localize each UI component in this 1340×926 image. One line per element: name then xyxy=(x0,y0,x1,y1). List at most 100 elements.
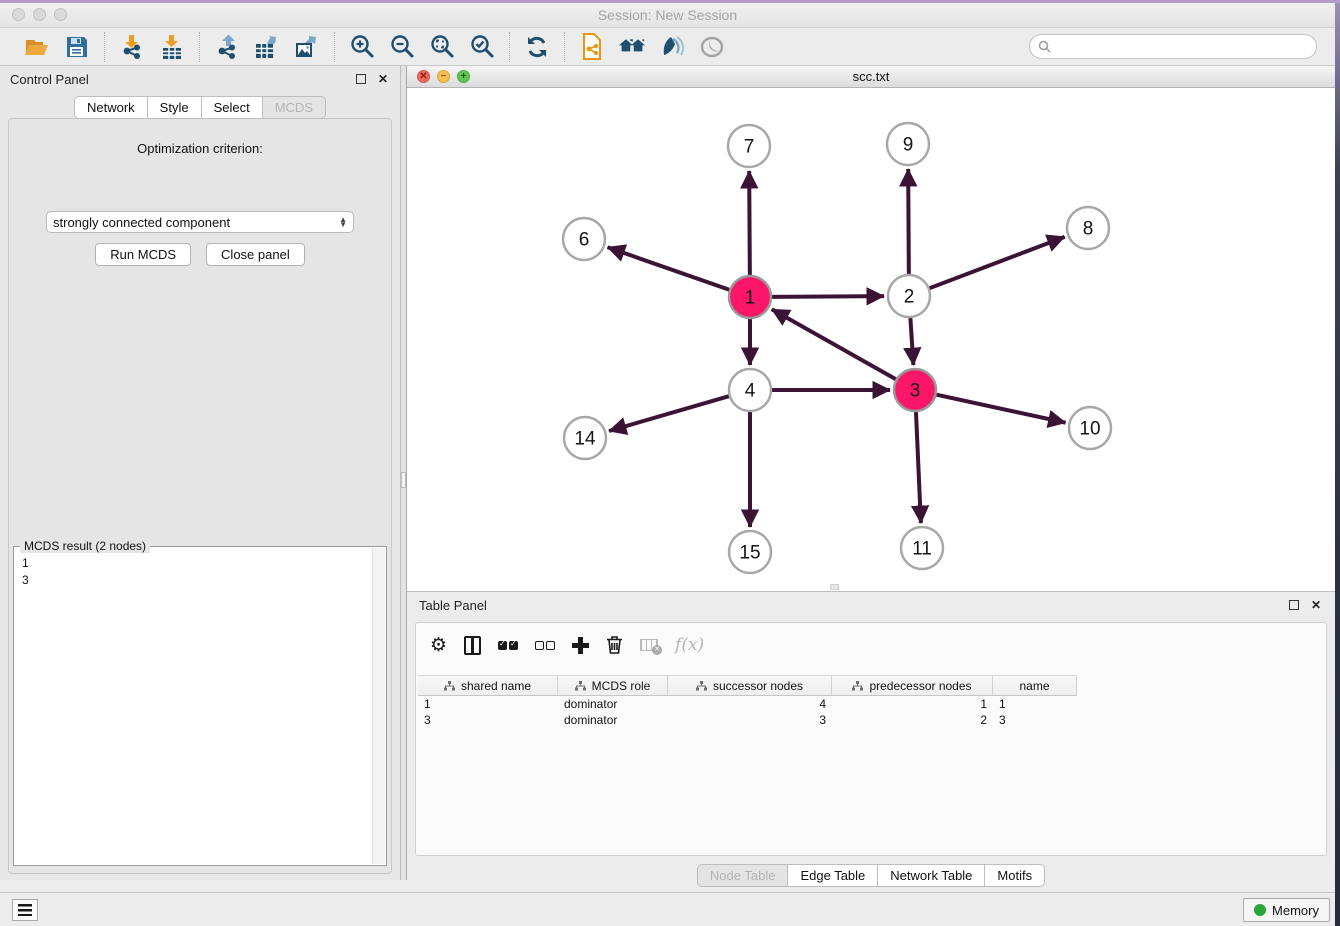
network-maximize-button[interactable]: + xyxy=(457,70,470,83)
graph-node-6[interactable]: 6 xyxy=(563,218,605,260)
graph-edge-1-7[interactable] xyxy=(749,171,750,275)
tab-edge-table[interactable]: Edge Table xyxy=(787,864,877,887)
table-cell[interactable]: 4 xyxy=(668,696,832,712)
graph-edge-1-6[interactable] xyxy=(608,247,730,289)
graph-node-11[interactable]: 11 xyxy=(901,527,943,569)
tab-network-table[interactable]: Network Table xyxy=(877,864,984,887)
graph-edge-3-11[interactable] xyxy=(916,412,921,523)
select-all-icon[interactable] xyxy=(498,633,518,657)
table-cell[interactable]: 1 xyxy=(993,696,1077,712)
export-network-icon[interactable] xyxy=(214,34,240,60)
graph-edge-3-1[interactable] xyxy=(772,309,896,379)
table-cell[interactable]: 3 xyxy=(418,712,558,728)
horizontal-splitter-handle[interactable] xyxy=(830,584,839,590)
table-cell[interactable]: 1 xyxy=(418,696,558,712)
add-column-icon[interactable] xyxy=(572,633,589,657)
table-row[interactable]: 1dominator411 xyxy=(418,696,1077,712)
delete-table-icon[interactable] xyxy=(640,633,658,657)
table-close-panel-icon[interactable]: ✕ xyxy=(1309,598,1323,612)
zoom-out-icon[interactable] xyxy=(389,34,415,60)
svg-text:2: 2 xyxy=(904,287,915,308)
graph-edge-2-3[interactable] xyxy=(910,318,913,365)
tab-mcds[interactable]: MCDS xyxy=(262,96,326,119)
graph-edge-2-8[interactable] xyxy=(930,237,1065,288)
network-view-window: ✕ − + scc.txt 7 9 6 8 1 2 4 3 14 10 15 11 xyxy=(407,66,1335,592)
export-image-icon[interactable] xyxy=(294,34,320,60)
column-type-icon xyxy=(444,681,455,691)
result-scrollbar[interactable] xyxy=(372,548,385,864)
column-header-shared-name[interactable]: shared name xyxy=(418,676,558,695)
vertical-splitter[interactable] xyxy=(400,66,407,880)
memory-status-dot xyxy=(1254,904,1266,916)
open-session-icon[interactable] xyxy=(24,34,50,60)
graph-edge-3-10[interactable] xyxy=(936,395,1065,423)
table-float-panel-icon[interactable] xyxy=(1287,598,1301,612)
graph-node-10[interactable]: 10 xyxy=(1069,407,1111,449)
node-table[interactable]: shared nameMCDS rolesuccessor nodesprede… xyxy=(418,675,1077,728)
close-panel-button[interactable]: Close panel xyxy=(206,243,305,266)
graph-node-4[interactable]: 4 xyxy=(729,369,771,411)
graph-node-15[interactable]: 15 xyxy=(729,531,771,573)
export-table-icon[interactable] xyxy=(254,34,280,60)
svg-text:15: 15 xyxy=(739,543,760,564)
run-mcds-button[interactable]: Run MCDS xyxy=(95,243,191,266)
import-table-icon[interactable] xyxy=(159,34,185,60)
network-window-titlebar[interactable]: ✕ − + scc.txt xyxy=(407,66,1335,88)
graph-node-7[interactable]: 7 xyxy=(728,125,770,167)
apply-style-icon[interactable] xyxy=(659,34,685,60)
graph-edge-2-9[interactable] xyxy=(908,169,909,274)
task-history-button[interactable] xyxy=(12,899,38,921)
table-cell[interactable]: dominator xyxy=(558,712,668,728)
network-minimize-button[interactable]: − xyxy=(437,70,450,83)
save-session-icon[interactable] xyxy=(64,34,90,60)
tab-node-table[interactable]: Node Table xyxy=(697,864,788,887)
column-header-predecessor-nodes[interactable]: predecessor nodes xyxy=(832,676,993,695)
table-settings-icon[interactable]: ⚙ xyxy=(430,633,447,657)
column-header-MCDS-role[interactable]: MCDS role xyxy=(558,676,668,695)
refresh-view-icon[interactable] xyxy=(524,34,550,60)
close-panel-icon[interactable]: ✕ xyxy=(376,72,390,86)
graph-edge-4-14[interactable] xyxy=(609,396,729,431)
graph-node-3[interactable]: 3 xyxy=(894,369,936,411)
tab-motifs[interactable]: Motifs xyxy=(984,864,1045,887)
deselect-all-icon[interactable] xyxy=(535,633,555,657)
svg-text:3: 3 xyxy=(910,381,921,402)
zoom-selected-icon[interactable] xyxy=(469,34,495,60)
graph-node-9[interactable]: 9 xyxy=(887,123,929,165)
tab-network[interactable]: Network xyxy=(74,96,147,119)
graph-node-8[interactable]: 8 xyxy=(1067,207,1109,249)
zoom-fit-icon[interactable] xyxy=(429,34,455,60)
column-browser-icon[interactable] xyxy=(464,633,481,657)
column-header-name[interactable]: name xyxy=(993,676,1077,695)
criterion-dropdown[interactable]: strongly connected component ▲▼ xyxy=(46,211,354,233)
zoom-in-icon[interactable] xyxy=(349,34,375,60)
tab-style[interactable]: Style xyxy=(147,96,201,119)
network-close-button[interactable]: ✕ xyxy=(417,70,430,83)
graph-node-1[interactable]: 1 xyxy=(729,276,771,318)
function-builder-icon[interactable]: f(x) xyxy=(675,633,704,657)
network-from-file-icon[interactable] xyxy=(579,34,605,60)
column-header-successor-nodes[interactable]: successor nodes xyxy=(668,676,832,695)
table-cell[interactable]: 3 xyxy=(668,712,832,728)
table-cell[interactable]: 3 xyxy=(993,712,1077,728)
table-cell[interactable]: 2 xyxy=(832,712,993,728)
table-row[interactable]: 3dominator323 xyxy=(418,712,1077,728)
table-cell[interactable]: dominator xyxy=(558,696,668,712)
table-cell[interactable]: 1 xyxy=(832,696,993,712)
search-box[interactable] xyxy=(1029,34,1317,59)
graph-edge-1-2[interactable] xyxy=(772,296,884,297)
tab-select[interactable]: Select xyxy=(201,96,262,119)
network-canvas[interactable]: 7 9 6 8 1 2 4 3 14 10 15 11 xyxy=(407,88,1335,591)
control-panel: Control Panel ✕ NetworkStyleSelectMCDS O… xyxy=(0,66,400,880)
mcds-result-group: MCDS result (2 nodes) 13 xyxy=(13,546,387,866)
delete-column-icon[interactable] xyxy=(606,633,623,657)
memory-button[interactable]: Memory xyxy=(1243,898,1330,922)
splitter-handle[interactable] xyxy=(401,472,406,488)
float-panel-icon[interactable] xyxy=(354,72,368,86)
show-hide-graphics-icon[interactable] xyxy=(699,34,725,60)
graph-node-2[interactable]: 2 xyxy=(888,275,930,317)
import-network-icon[interactable] xyxy=(119,34,145,60)
home-first-neighbors-icon[interactable] xyxy=(619,34,645,60)
graph-node-14[interactable]: 14 xyxy=(564,417,606,459)
search-input[interactable] xyxy=(1056,40,1316,54)
